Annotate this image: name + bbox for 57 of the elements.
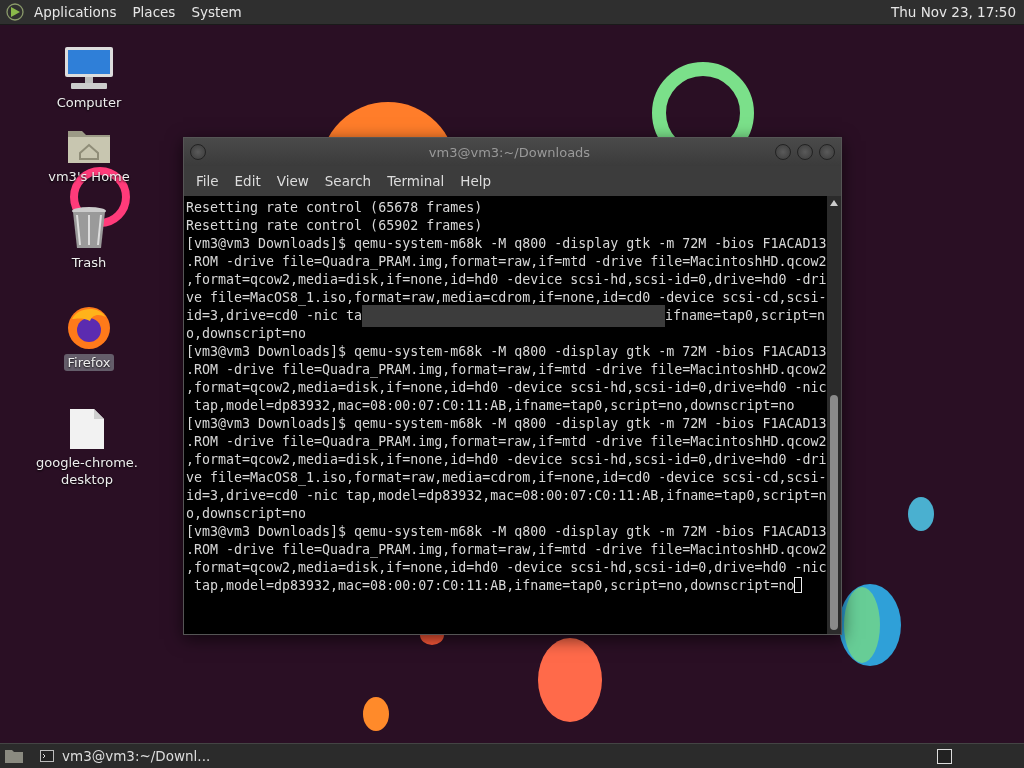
terminal-line: Resetting rate control (65678 frames) [186,199,483,217]
document-icon [68,407,106,451]
scroll-up-icon[interactable] [830,200,838,206]
desktop-icon-label[interactable]: Trash [68,254,110,271]
desktop-icon-label[interactable]: google-chrome. desktop [33,454,141,488]
terminal-line: ,format=qcow2,media=disk,if=none,id=hd0 -device scsi-hd,scsi-id=0,drive=hd0 -dri [186,451,827,469]
terminal-line: ve file=MacOS8_1.iso,format=raw,media=cdrom,if=none,id=cd0 -device scsi-cd,scsi- [186,469,827,487]
terminal-line: tap,model=dp83932,mac=08:00:07:C0:11:AB,ifname=tap0,script=no,downscript=no [193,397,795,415]
menu-item[interactable]: Help [452,173,500,189]
menu-item[interactable]: Terminal [379,173,453,189]
logo-icon [6,3,24,21]
close-button[interactable] [819,144,835,160]
terminal-line: [vm3@vm3 Downloads]$ qemu-system-m68k -M q800 -display gtk -m 72M -bios F1ACAD13 [186,235,827,253]
workspace-switcher[interactable] [937,748,952,764]
show-desktop-icon[interactable] [4,748,24,764]
terminal-line: id=3,drive=cd0 -nic tap,model=dp83932,mac=08:00:07:C0:11:AB,ifname=tap0,script=n [186,487,827,505]
terminal-line: [vm3@vm3 Downloads]$ qemu-system-m68k -M q800 -display gtk -m 72M -bios F1ACAD13 [186,415,827,433]
panel-menu[interactable]: System [185,4,248,20]
monitor-icon [63,45,115,91]
panel-menu[interactable]: Applications [28,4,123,20]
maximize-button[interactable] [797,144,813,160]
terminal-line: ve file=MacOS8_1.iso,format=raw,media=cdrom,if=none,id=cd0 -device scsi-cd,scsi- [186,289,827,307]
fox-globe-icon [66,305,112,351]
terminal-line: id=3,drive=cd0 -nic ta [186,307,363,325]
terminal-line: tap,model=dp83932,mac=08:00:07:C0:11:AB,ifname=tap0,script=no,downscript=no [193,577,795,595]
scrollbar[interactable] [827,196,841,634]
menu-item[interactable]: Search [316,173,380,189]
terminal-line: .ROM -drive file=Quadra_PRAM.img,format=raw,if=mtd -drive file=MacintoshHD.qcow2 [186,253,827,271]
taskbar-task[interactable]: vm3@vm3:~/Downl... [32,745,219,767]
terminal-line: o,downscript=no [186,325,307,343]
window-title: vm3@vm3:~/Downloads [427,144,592,160]
terminal-line: o,downscript=no [186,505,307,523]
menu-item[interactable]: View [268,173,317,189]
clock: Thu Nov 23, 17:50 [891,4,1017,20]
oval-shape [363,697,389,731]
text-cursor [794,577,803,593]
menu-item[interactable]: File [188,173,227,189]
terminal-line: ,format=qcow2,media=disk,if=none,id=hd0 -device scsi-hd,scsi-id=0,drive=hd0 -dri [186,271,827,289]
terminal-line: .ROM -drive file=Quadra_PRAM.img,format=raw,if=mtd -drive file=MacintoshHD.qcow2 [186,541,827,559]
terminal-line: [vm3@vm3 Downloads]$ qemu-system-m68k -M q800 -display gtk -m 72M -bios F1ACAD13 [186,523,827,541]
terminal-icon [40,750,54,762]
terminal-line: .ROM -drive file=Quadra_PRAM.img,format=raw,if=mtd -drive file=MacintoshHD.qcow2 [186,433,827,451]
menu-item[interactable]: Edit [226,173,269,189]
minimize-button[interactable] [775,144,791,160]
window-menu-button[interactable] [190,144,206,160]
panel-menu[interactable]: Places [126,4,182,20]
terminal-line: [vm3@vm3 Downloads]$ qemu-system-m68k -M q800 -display gtk -m 72M -bios F1ACAD13 [186,343,827,361]
scrollbar-thumb[interactable] [830,395,838,630]
trash-icon [69,205,109,251]
desktop-icon-label[interactable]: Firefox [64,354,114,371]
terminal-line: Resetting rate control (65902 frames) [186,217,483,235]
oval-shape [908,497,934,531]
terminal-line: ,format=qcow2,media=disk,if=none,id=hd0 -device scsi-hd,scsi-id=0,drive=hd0 -nic [186,559,827,577]
terminal-line: ,format=qcow2,media=disk,if=none,id=hd0 -device scsi-hd,scsi-id=0,drive=hd0 -nic [186,379,827,397]
desktop-icon-label[interactable]: Computer [53,94,125,111]
terminal-line: .ROM -drive file=Quadra_PRAM.img,format=raw,if=mtd -drive file=MacintoshHD.qcow2 [186,361,827,379]
terminal-line: ifname=tap0,script=n [664,307,825,325]
